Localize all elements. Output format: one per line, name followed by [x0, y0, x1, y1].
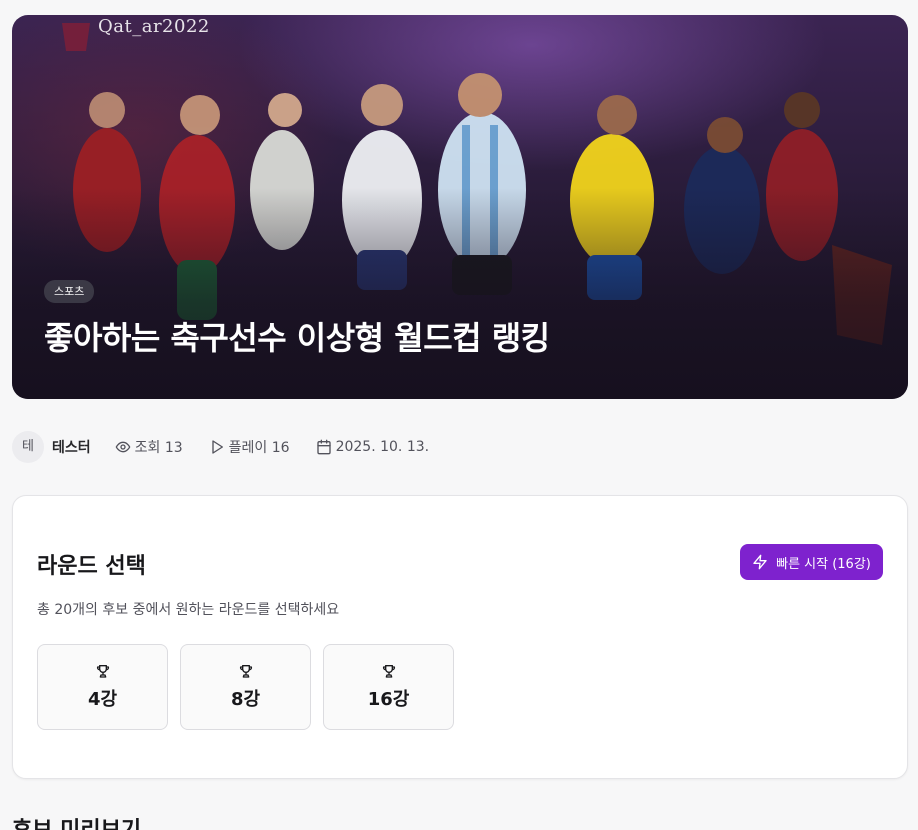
play-icon	[212, 440, 223, 454]
round-select-card: 라운드 선택 빠른 시작 (16강) 총 20개의 후보 중에서 원하는 라운드…	[12, 495, 908, 779]
lightning-icon	[753, 554, 767, 570]
round-select-heading: 라운드 선택	[37, 554, 146, 579]
quick-start-label: 빠른 시작 (16강)	[776, 556, 871, 572]
eye-icon	[115, 441, 130, 453]
round-select-description: 총 20개의 후보 중에서 원하는 라운드를 선택하세요	[37, 602, 340, 618]
round-option-16[interactable]: 16강	[323, 644, 454, 730]
round-option-label: 16강	[367, 689, 410, 710]
created-date: 2025. 10. 13.	[316, 439, 430, 455]
avatar[interactable]: 테	[12, 431, 44, 463]
trophy-icon	[239, 665, 252, 678]
trophy-icon	[96, 665, 109, 678]
round-option-label: 4강	[87, 689, 118, 710]
author-name[interactable]: 테스터	[52, 437, 91, 457]
view-count-text: 조회 13	[134, 440, 183, 456]
candidate-preview-heading: 후보 미리보기	[12, 812, 141, 830]
category-badge: 스포츠	[44, 280, 95, 303]
round-option-label: 8강	[230, 689, 261, 710]
view-count: 조회 13	[115, 437, 183, 457]
hero-banner: Qat_ar2022 스포츠 좋아하는 축구선수 이상형 월드컵 랭킹	[12, 15, 908, 399]
created-date-text: 2025. 10. 13.	[335, 439, 430, 455]
quick-start-button[interactable]: 빠른 시작 (16강)	[740, 544, 883, 580]
hero-brand-text: Qat_ar2022	[98, 16, 210, 37]
calendar-icon	[316, 439, 331, 455]
trophy-icon	[382, 665, 395, 678]
round-option-8[interactable]: 8강	[180, 644, 311, 730]
round-options: 4강 8강 16강	[37, 644, 466, 730]
play-count: 플레이 16	[209, 437, 290, 457]
page-title: 좋아하는 축구선수 이상형 월드컵 랭킹	[44, 319, 550, 357]
round-option-4[interactable]: 4강	[37, 644, 168, 730]
meta-row: 테 테스터 조회 13 플레이 16 2025. 10. 13.	[12, 431, 429, 463]
play-count-text: 플레이 16	[228, 440, 290, 456]
